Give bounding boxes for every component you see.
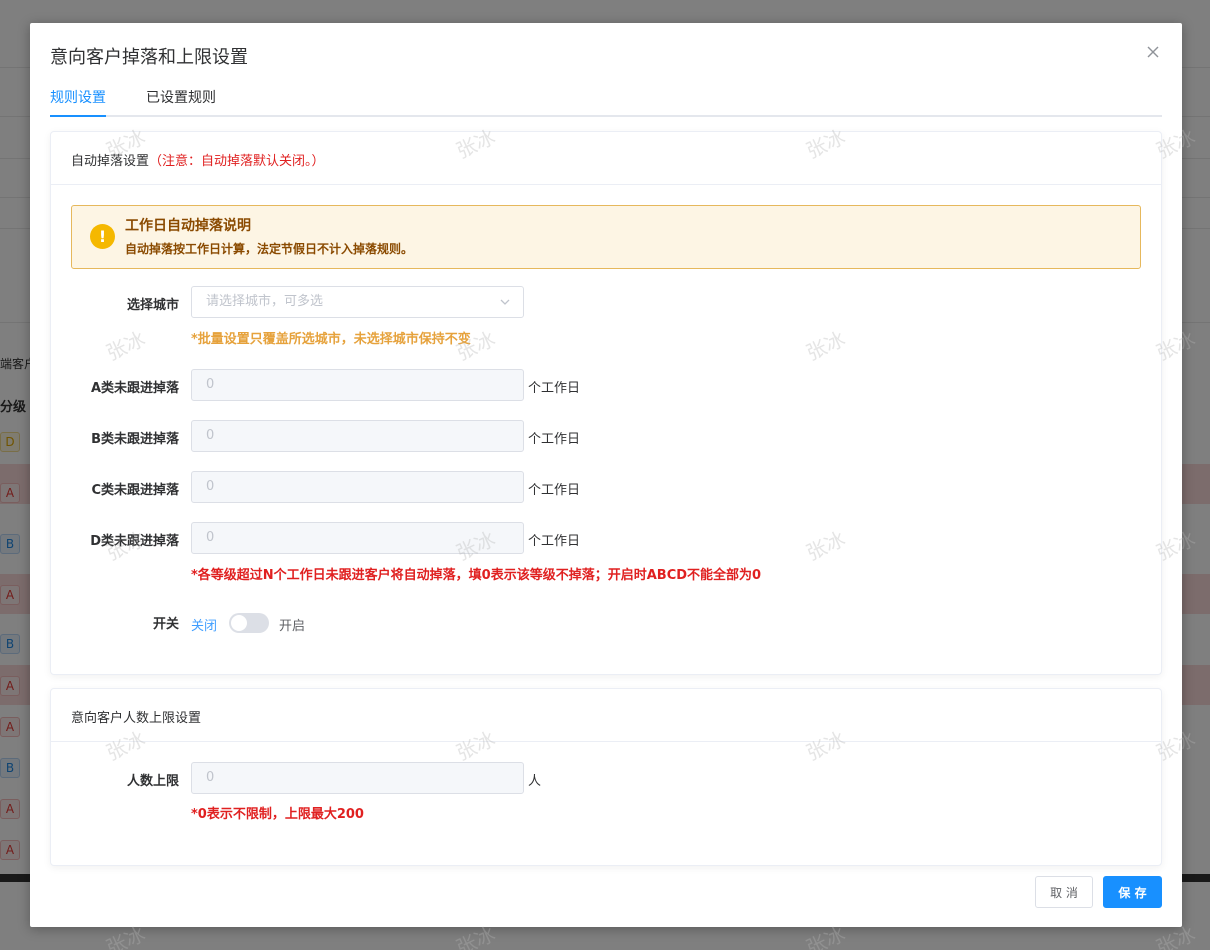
close-icon[interactable] [1144,43,1162,61]
grade-d-input[interactable]: 0 [191,522,524,554]
limit-card: 意向客户人数上限设置 人数上限 0 人 *0表示不限制，上限最大200 [50,688,1162,866]
tab-rule-settings[interactable]: 规则设置 [50,87,106,107]
grade-c-label: C类未跟进掉落 [91,483,179,498]
workday-alert: ! 工作日自动掉落说明 自动掉落按工作日计算，法定节假日不计入掉落规则。 [71,205,1141,269]
chevron-down-icon [500,299,510,305]
limit-hint: *0表示不限制，上限最大200 [191,807,364,822]
save-button[interactable]: 保 存 [1103,876,1162,908]
limit-label: 人数上限 [126,774,179,789]
switch-label: 开关 [152,617,179,632]
limit-input[interactable]: 0 [191,762,524,794]
grade-d-suffix: 个工作日 [528,534,581,549]
auto-drop-header-note: （注意：自动掉落默认关闭。） [149,154,325,169]
limit-header: 意向客户人数上限设置 [51,689,1161,742]
city-select[interactable]: 请选择城市，可多选 [191,286,524,318]
dialog-title: 意向客户掉落和上限设置 [50,47,248,68]
tab-configured-rules[interactable]: 已设置规则 [146,87,216,107]
cancel-button[interactable]: 取 消 [1035,876,1093,908]
grade-a-input[interactable]: 0 [191,369,524,401]
grade-a-suffix: 个工作日 [528,381,581,396]
city-hint: *批量设置只覆盖所选城市，未选择城市保持不变 [191,332,471,347]
grades-hint: *各等级超过N个工作日未跟进客户将自动掉落，填0表示该等级不掉落；开启时ABCD… [191,568,762,583]
limit-suffix: 人 [528,774,542,789]
grade-b-input[interactable]: 0 [191,420,524,452]
grade-b-suffix: 个工作日 [528,432,581,447]
tab-active-indicator [50,115,106,117]
grade-c-suffix: 个工作日 [528,483,581,498]
toggle-knob [231,615,247,631]
city-label: 选择城市 [126,298,179,313]
tab-bar: 规则设置 已设置规则 [50,83,1162,117]
auto-drop-header: 自动掉落设置（注意：自动掉落默认关闭。） [51,132,1161,185]
grade-b-label: B类未跟进掉落 [91,432,179,447]
city-select-placeholder: 请选择城市，可多选 [206,294,324,309]
switch-on-label[interactable]: 开启 [279,615,305,634]
grade-a-label: A类未跟进掉落 [90,381,179,396]
alert-title: 工作日自动掉落说明 [125,218,251,234]
alert-description: 自动掉落按工作日计算，法定节假日不计入掉落规则。 [125,242,414,256]
grade-d-label: D类未跟进掉落 [90,534,179,549]
auto-drop-toggle[interactable] [229,613,269,633]
auto-drop-card: 自动掉落设置（注意：自动掉落默认关闭。） ! 工作日自动掉落说明 自动掉落按工作… [50,131,1162,675]
settings-dialog: 意向客户掉落和上限设置 规则设置 已设置规则 自动掉落设置（注意：自动掉落默认关… [30,23,1182,927]
warning-icon: ! [90,224,115,249]
grade-c-input[interactable]: 0 [191,471,524,503]
switch-off-label[interactable]: 关闭 [191,615,217,634]
auto-drop-header-title: 自动掉落设置 [71,154,150,169]
